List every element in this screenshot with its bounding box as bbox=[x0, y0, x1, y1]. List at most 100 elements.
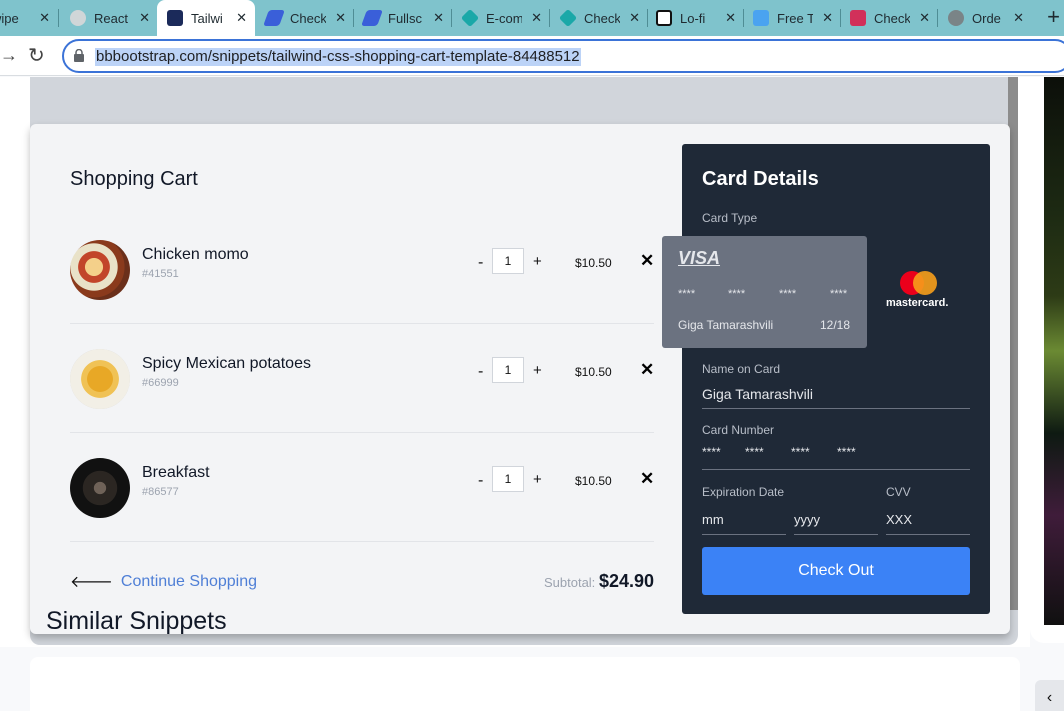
tab-separator bbox=[451, 9, 452, 27]
close-icon[interactable]: ✕ bbox=[919, 10, 930, 26]
browser-tab-bar: wipe ✕ React ✕ Tailwi ✕ Check ✕ Fullsc ✕… bbox=[0, 0, 1064, 36]
tab-4[interactable]: Fullsc ✕ bbox=[361, 0, 452, 36]
continue-shopping-link[interactable]: 🡐 Continue Shopping bbox=[70, 571, 257, 592]
lock-icon[interactable] bbox=[74, 49, 84, 62]
increase-qty-button[interactable]: + bbox=[533, 362, 542, 379]
side-banner-image bbox=[1044, 77, 1064, 625]
close-icon[interactable]: ✕ bbox=[531, 10, 542, 26]
tab-1[interactable]: React ✕ bbox=[70, 0, 158, 36]
card-number-label: Card Number bbox=[702, 423, 775, 437]
cube-icon bbox=[753, 10, 769, 26]
stripe-icon bbox=[263, 10, 285, 26]
product-price: $10.50 bbox=[575, 365, 612, 379]
decrease-qty-button[interactable]: - bbox=[478, 254, 483, 272]
tab-3[interactable]: Check ✕ bbox=[263, 0, 354, 36]
close-icon[interactable]: ✕ bbox=[433, 10, 444, 26]
cart-item: Breakfast #86577 - 1 + $10.50 ✕ bbox=[70, 433, 654, 542]
decrease-qty-button[interactable]: - bbox=[478, 363, 483, 381]
new-tab-button[interactable]: + bbox=[1047, 5, 1060, 29]
card-number-group[interactable]: **** bbox=[745, 445, 764, 459]
increase-qty-button[interactable]: + bbox=[533, 471, 542, 488]
visa-card-option[interactable]: VISA **** **** **** **** Giga Tamarashvi… bbox=[662, 236, 867, 348]
close-icon[interactable]: ✕ bbox=[725, 10, 736, 26]
visa-number-group: **** bbox=[779, 288, 797, 300]
tab-title: Check bbox=[290, 10, 326, 26]
url-text[interactable]: bbbootstrap.com/snippets/tailwind-css-sh… bbox=[95, 48, 581, 66]
shape-icon bbox=[558, 8, 578, 28]
similar-snippets-section bbox=[30, 657, 1020, 711]
product-price: $10.50 bbox=[575, 474, 612, 488]
subtotal-value: $24.90 bbox=[598, 571, 654, 591]
tab-separator bbox=[840, 9, 841, 27]
checkout-button[interactable]: Check Out bbox=[702, 547, 970, 595]
tab-title: Free T bbox=[777, 10, 813, 26]
product-image bbox=[70, 458, 130, 518]
tab-8[interactable]: Free T ✕ bbox=[753, 0, 841, 36]
tab-5[interactable]: E-com ✕ bbox=[460, 0, 550, 36]
close-icon[interactable]: ✕ bbox=[1013, 10, 1024, 26]
visa-number-group: **** bbox=[678, 288, 696, 300]
close-icon[interactable]: ✕ bbox=[236, 10, 247, 26]
address-bar[interactable]: bbbootstrap.com/snippets/tailwind-css-sh… bbox=[62, 39, 1064, 73]
tab-6[interactable]: Check ✕ bbox=[558, 0, 648, 36]
visa-expiry: 12/18 bbox=[820, 318, 851, 332]
globe-icon bbox=[948, 10, 964, 26]
close-icon[interactable]: ✕ bbox=[139, 10, 150, 26]
quantity-input[interactable]: 1 bbox=[492, 357, 524, 383]
increase-qty-button[interactable]: + bbox=[533, 253, 542, 270]
product-price: $10.50 bbox=[575, 256, 612, 270]
cart-item: Chicken momo #41551 - 1 + $10.50 ✕ bbox=[70, 215, 654, 324]
product-name: Spicy Mexican potatoes bbox=[142, 355, 311, 372]
tailwind-icon bbox=[167, 10, 183, 26]
close-icon[interactable]: ✕ bbox=[335, 10, 346, 26]
tab-separator bbox=[937, 9, 938, 27]
tab-separator bbox=[549, 9, 550, 27]
tab-10[interactable]: Orde ✕ bbox=[948, 0, 1032, 36]
remove-item-icon[interactable]: ✕ bbox=[640, 469, 654, 489]
forward-arrow-icon[interactable]: → bbox=[0, 45, 18, 66]
shopping-cart-card: Shopping Cart Chicken momo #41551 - 1 + … bbox=[30, 124, 1010, 634]
expiry-month-field[interactable]: mm bbox=[702, 512, 724, 527]
stripe-icon bbox=[361, 10, 383, 26]
mastercard-option[interactable]: mastercard. bbox=[886, 271, 952, 311]
tab-2-active[interactable]: Tailwi ✕ bbox=[157, 0, 255, 36]
shape-icon bbox=[460, 8, 480, 28]
continue-shopping-label: Continue Shopping bbox=[120, 572, 258, 590]
name-on-card-field[interactable]: Giga Tamarashvili bbox=[702, 386, 813, 402]
decrease-qty-button[interactable]: - bbox=[478, 472, 483, 490]
product-name: Breakfast bbox=[142, 464, 210, 481]
mastercard-label: mastercard. bbox=[886, 297, 949, 309]
mastercard-icon bbox=[913, 271, 937, 295]
visa-number-group: **** bbox=[830, 288, 848, 300]
tab-separator bbox=[647, 9, 648, 27]
expiry-year-field[interactable]: yyyy bbox=[794, 512, 820, 527]
cart-title: Shopping Cart bbox=[70, 168, 198, 190]
remove-item-icon[interactable]: ✕ bbox=[640, 360, 654, 380]
visa-holder-name: Giga Tamarashvili bbox=[678, 318, 774, 332]
cvv-field[interactable]: XXX bbox=[886, 512, 912, 527]
reload-icon[interactable]: ↻ bbox=[28, 43, 45, 68]
close-icon[interactable]: ✕ bbox=[822, 10, 833, 26]
tab-7[interactable]: Lo-fi ✕ bbox=[656, 0, 744, 36]
chevron-left-icon[interactable]: ‹ bbox=[1035, 680, 1064, 711]
tab-0[interactable]: wipe ✕ bbox=[0, 0, 58, 36]
product-image bbox=[70, 349, 130, 409]
tab-title: Check bbox=[584, 10, 620, 26]
cvv-label: CVV bbox=[886, 485, 911, 499]
field-underline bbox=[886, 534, 970, 535]
card-details-title: Card Details bbox=[702, 168, 819, 190]
card-number-group[interactable]: **** bbox=[702, 445, 721, 459]
globe-icon bbox=[70, 10, 86, 26]
field-underline bbox=[702, 469, 970, 470]
close-icon[interactable]: ✕ bbox=[39, 10, 50, 26]
tab-9[interactable]: Check ✕ bbox=[850, 0, 938, 36]
remove-item-icon[interactable]: ✕ bbox=[640, 251, 654, 271]
close-icon[interactable]: ✕ bbox=[629, 10, 640, 26]
expiration-label: Expiration Date bbox=[702, 485, 785, 499]
product-sku: #86577 bbox=[142, 486, 179, 498]
quantity-input[interactable]: 1 bbox=[492, 248, 524, 274]
quantity-input[interactable]: 1 bbox=[492, 466, 524, 492]
subtotal: Subtotal: $24.90 bbox=[544, 571, 654, 592]
card-number-group[interactable]: **** bbox=[837, 445, 856, 459]
card-number-group[interactable]: **** bbox=[791, 445, 810, 459]
